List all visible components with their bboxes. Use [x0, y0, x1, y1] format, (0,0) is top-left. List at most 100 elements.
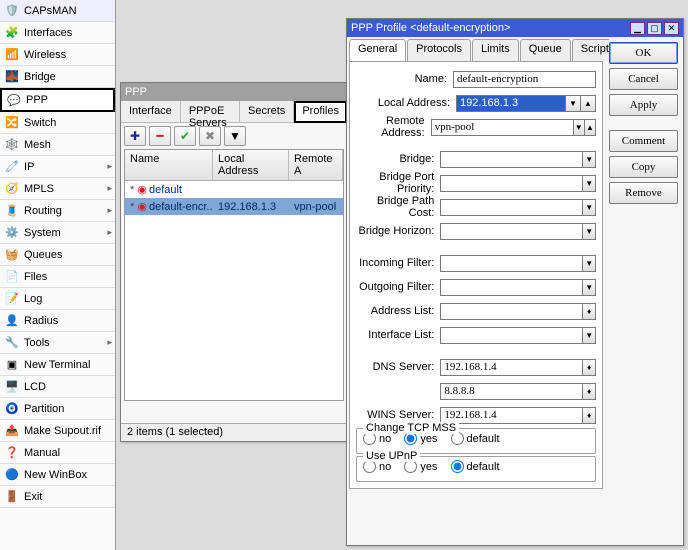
- dialog-tab-limits[interactable]: Limits: [472, 39, 519, 61]
- comment-button[interactable]: Comment: [609, 130, 678, 152]
- disable-button[interactable]: ✖: [199, 126, 221, 146]
- sidebar-item-label: New WinBox: [24, 469, 87, 481]
- exit-icon: 🚪: [4, 489, 20, 505]
- sidebar-item-label: System: [24, 227, 61, 239]
- dns-server-2-input[interactable]: [440, 383, 583, 400]
- copy-button[interactable]: Copy: [609, 156, 678, 178]
- ppp-tab-interface[interactable]: Interface: [121, 101, 181, 123]
- local-address-dropdown-icon[interactable]: ▼: [566, 95, 581, 112]
- dialog-form: GeneralProtocolsLimitsQueueScripts Name:…: [347, 37, 609, 545]
- sidebar-item-system[interactable]: ⚙️System▸: [0, 222, 115, 244]
- minimize-button[interactable]: ▁: [630, 22, 645, 35]
- dialog-tab-scripts[interactable]: Scripts: [572, 39, 609, 61]
- sidebar-item-label: Log: [24, 293, 42, 305]
- sidebar-item-label: Files: [24, 271, 47, 283]
- maximize-button[interactable]: ▢: [647, 22, 662, 35]
- wireless-icon: 📶: [4, 47, 20, 63]
- dialog-tab-protocols[interactable]: Protocols: [407, 39, 471, 61]
- make-supout-rif-icon: 📤: [4, 423, 20, 439]
- sidebar-item-routing[interactable]: 🧵Routing▸: [0, 200, 115, 222]
- remote-address-toggle-icon[interactable]: ▲: [585, 119, 596, 136]
- sidebar-item-switch[interactable]: 🔀Switch: [0, 112, 115, 134]
- col-name[interactable]: Name: [125, 150, 213, 180]
- bpc-toggle-icon[interactable]: ▼: [583, 199, 596, 216]
- sidebar-item-mpls[interactable]: 🧭MPLS▸: [0, 178, 115, 200]
- sidebar-item-new-terminal[interactable]: ▣New Terminal: [0, 354, 115, 376]
- sidebar-item-exit[interactable]: 🚪Exit: [0, 486, 115, 508]
- remote-address-input[interactable]: [431, 119, 574, 136]
- add-button[interactable]: ✚: [124, 126, 146, 146]
- enable-button[interactable]: ✔: [174, 126, 196, 146]
- bpp-toggle-icon[interactable]: ▼: [583, 175, 596, 192]
- ppp-tab-secrets[interactable]: Secrets: [240, 101, 294, 123]
- sidebar-item-radius[interactable]: 👤Radius: [0, 310, 115, 332]
- sidebar-item-queues[interactable]: 🧺Queues: [0, 244, 115, 266]
- dialog-tab-queue[interactable]: Queue: [520, 39, 571, 61]
- table-row[interactable]: * ◉default-encr...192.168.1.3vpn-pool: [125, 198, 343, 215]
- filter-button[interactable]: ▼: [224, 126, 246, 146]
- ppp-tab-profiles[interactable]: Profiles: [294, 101, 347, 123]
- outfilter-toggle-icon[interactable]: ▼: [583, 279, 596, 296]
- interface-list-label: Interface List:: [356, 329, 440, 341]
- table-row[interactable]: * ◉default: [125, 181, 343, 198]
- sidebar-item-new-winbox[interactable]: 🔵New WinBox: [0, 464, 115, 486]
- remove-button[interactable]: Remove: [609, 182, 678, 204]
- ok-button[interactable]: OK: [609, 42, 678, 64]
- sidebar-item-files[interactable]: 📄Files: [0, 266, 115, 288]
- iflist-toggle-icon[interactable]: ▼: [583, 327, 596, 344]
- sidebar-item-lcd[interactable]: 🖥️LCD: [0, 376, 115, 398]
- sidebar-item-interfaces[interactable]: 🧩Interfaces: [0, 22, 115, 44]
- dns1-toggle-icon[interactable]: ♦: [583, 359, 596, 376]
- sidebar-item-wireless[interactable]: 📶Wireless: [0, 44, 115, 66]
- local-address-input[interactable]: 192.168.1.3: [456, 95, 566, 112]
- dns-server-1-input[interactable]: [440, 359, 583, 376]
- sidebar-item-partition[interactable]: 🧿Partition: [0, 398, 115, 420]
- bridge-input[interactable]: [440, 151, 583, 168]
- ppp-tab-pppoe-servers[interactable]: PPPoE Servers: [181, 101, 240, 123]
- incoming-filter-input[interactable]: [440, 255, 583, 272]
- infilter-toggle-icon[interactable]: ▼: [583, 255, 596, 272]
- sidebar-item-mesh[interactable]: 🕸️Mesh: [0, 134, 115, 156]
- sidebar-item-log[interactable]: 📝 Log: [0, 288, 115, 310]
- grid-header: Name Local Address Remote A: [125, 150, 343, 181]
- apply-button[interactable]: Apply: [609, 94, 678, 116]
- remote-address-dropdown-icon[interactable]: ▼: [574, 119, 585, 136]
- log-icon: 📝: [4, 291, 20, 307]
- cancel-button[interactable]: Cancel: [609, 68, 678, 90]
- sidebar-item-manual[interactable]: ❓Manual: [0, 442, 115, 464]
- dialog-tab-general[interactable]: General: [349, 39, 406, 61]
- col-remote[interactable]: Remote A: [289, 150, 343, 180]
- sidebar-item-bridge[interactable]: 🌉Bridge: [0, 66, 115, 88]
- interface-list-input[interactable]: [440, 327, 583, 344]
- close-button[interactable]: ✕: [664, 22, 679, 35]
- sidebar-item-ppp[interactable]: 💬PPP: [0, 88, 115, 112]
- dialog-titlebar: PPP Profile <default-encryption> ▁ ▢ ✕: [347, 19, 683, 37]
- bh-toggle-icon[interactable]: ▼: [583, 223, 596, 240]
- outgoing-filter-input[interactable]: [440, 279, 583, 296]
- bridge-toggle-icon[interactable]: ▼: [583, 151, 596, 168]
- sidebar-item-label: Bridge: [24, 71, 56, 83]
- sidebar-item-label: Interfaces: [24, 27, 72, 39]
- bridge-path-cost-input[interactable]: [440, 199, 583, 216]
- profile-dialog: PPP Profile <default-encryption> ▁ ▢ ✕ G…: [346, 18, 684, 546]
- address-list-input[interactable]: [440, 303, 583, 320]
- local-address-toggle-icon[interactable]: ▲: [581, 95, 596, 112]
- name-input[interactable]: [453, 71, 596, 88]
- submenu-icon: ▸: [107, 337, 112, 348]
- wins-toggle-icon[interactable]: ♦: [583, 407, 596, 424]
- sidebar-item-make-supout-rif[interactable]: 📤Make Supout.rif: [0, 420, 115, 442]
- addrlist-toggle-icon[interactable]: ♦: [583, 303, 596, 320]
- new-terminal-icon: ▣: [4, 357, 20, 373]
- bridge-port-priority-input[interactable]: [440, 175, 583, 192]
- bridge-horizon-input[interactable]: [440, 223, 583, 240]
- sidebar-item-capsman[interactable]: 🛡️CAPsMAN: [0, 0, 115, 22]
- sidebar-item-ip[interactable]: 🧷IP▸: [0, 156, 115, 178]
- remove-button[interactable]: ━: [149, 126, 171, 146]
- sidebar-item-tools[interactable]: 🔧Tools▸: [0, 332, 115, 354]
- upnp-legend: Use UPnP: [363, 450, 420, 462]
- use-upnp-group: Use UPnP no yes default: [356, 456, 596, 482]
- wins-server-input[interactable]: [440, 407, 583, 424]
- col-local[interactable]: Local Address: [213, 150, 289, 180]
- dns2-toggle-icon[interactable]: ♦: [583, 383, 596, 400]
- upnp-default-radio[interactable]: default: [451, 460, 500, 473]
